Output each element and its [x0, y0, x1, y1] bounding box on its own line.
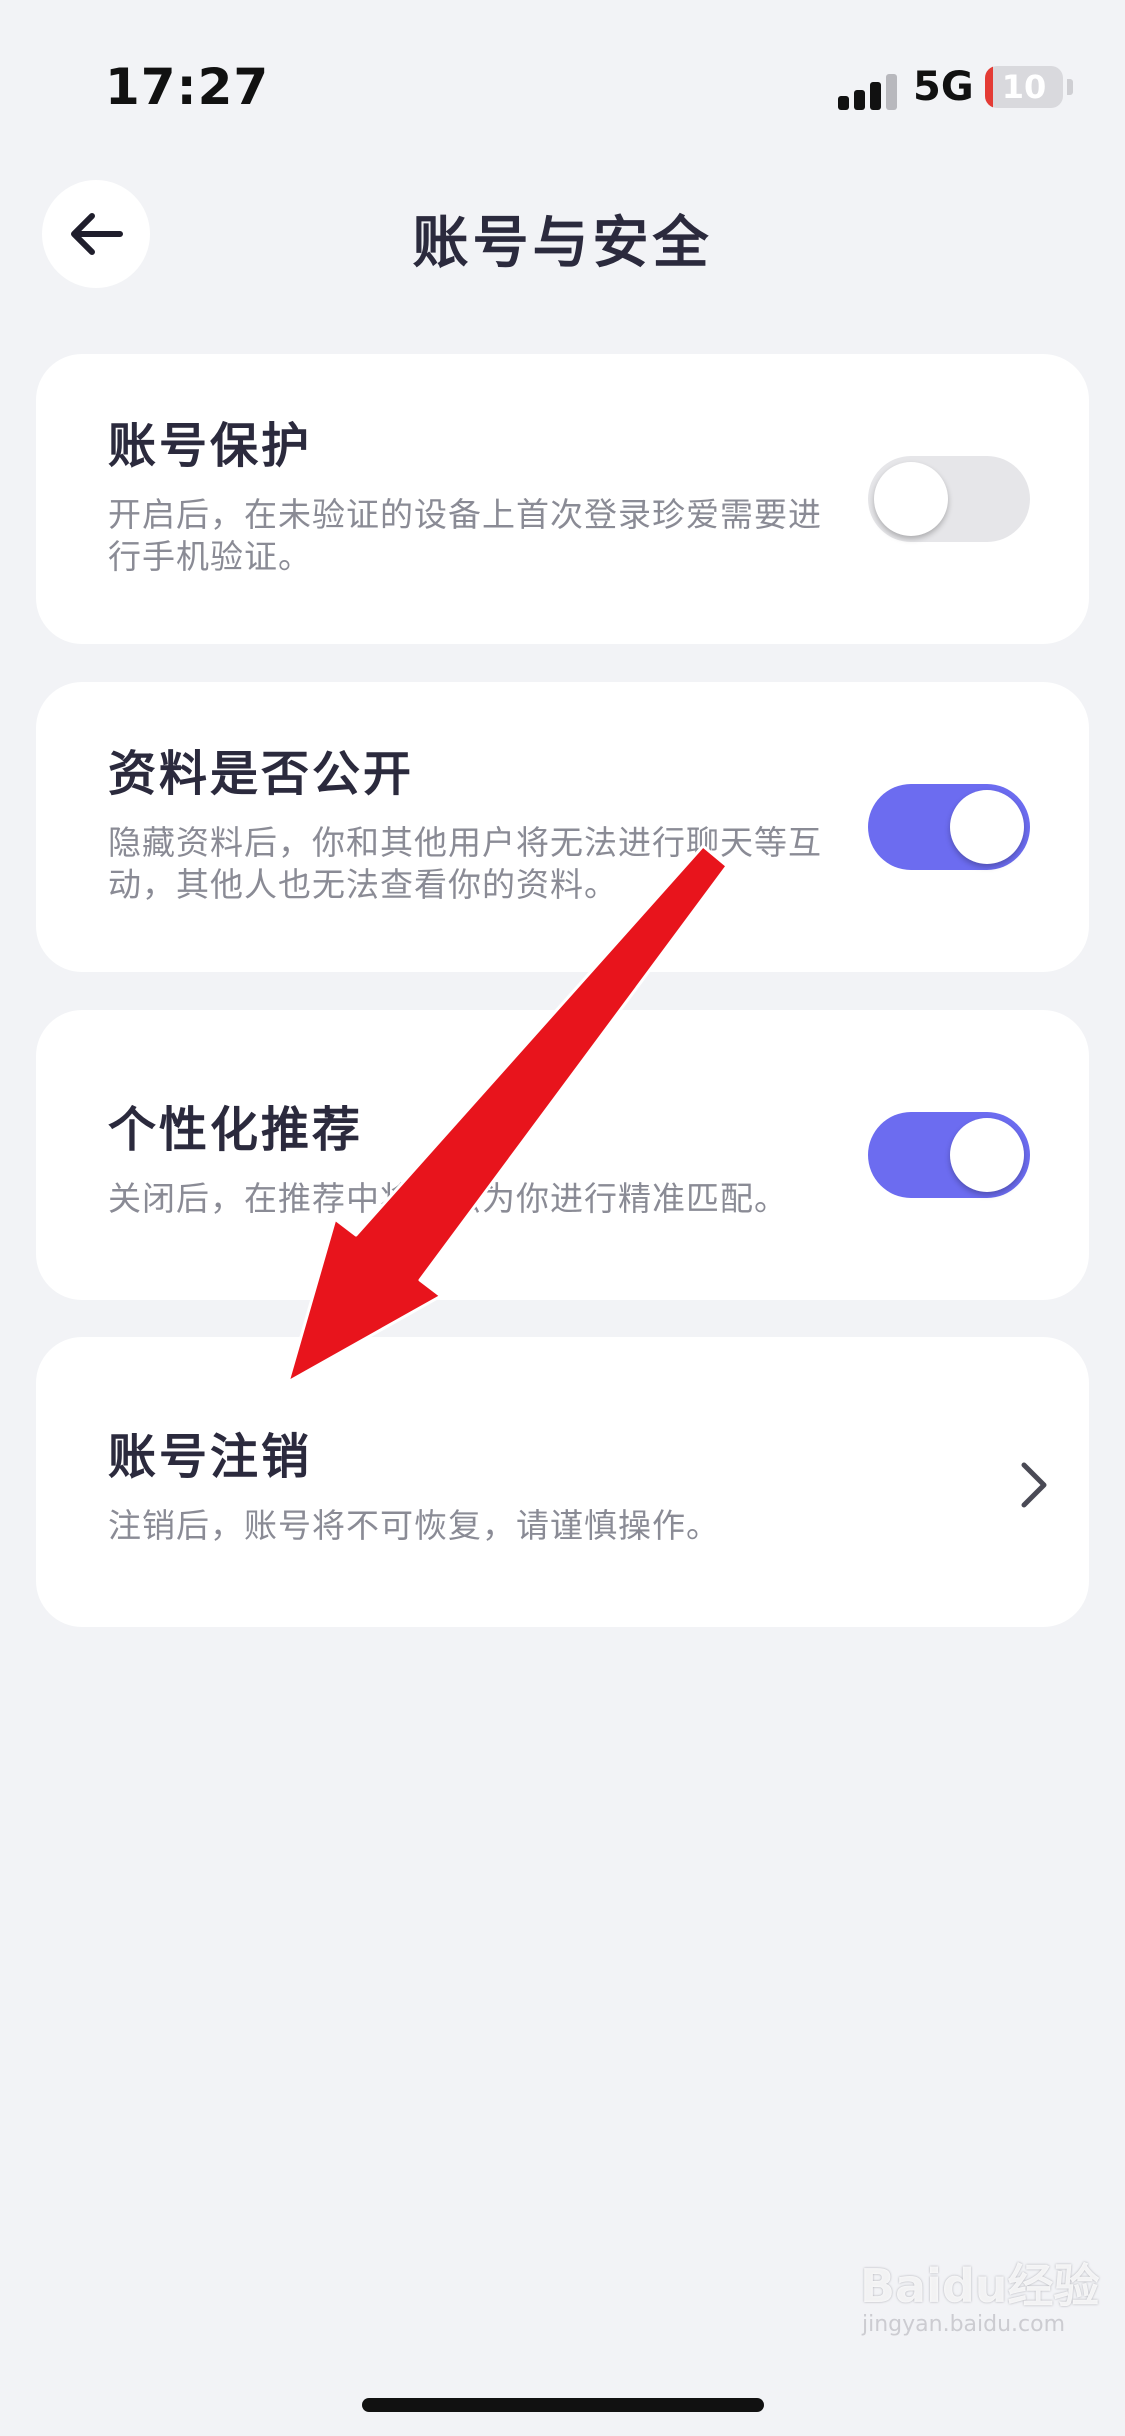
home-indicator [362, 2398, 764, 2412]
toggle-knob [950, 790, 1024, 864]
setting-title: 个性化推荐 [108, 1102, 364, 1158]
watermark-url: jingyan.baidu.com [862, 2312, 1066, 2337]
status-time: 17:27 [105, 58, 270, 116]
signal-icon [838, 70, 898, 110]
account-security-screen: 17:27 5G 10 账号与安全 账号保护 开启后，在未验证的设备上首次登录珍… [0, 0, 1125, 2436]
battery-cap [1067, 79, 1073, 95]
profile-public-toggle[interactable] [868, 784, 1030, 870]
setting-card-account-deletion[interactable]: 账号注销 注销后，账号将不可恢复，请谨慎操作。 [36, 1337, 1089, 1627]
setting-title: 账号注销 [108, 1429, 313, 1485]
setting-card-account-protection: 账号保护 开启后，在未验证的设备上首次登录珍爱需要进行手机验证。 [36, 354, 1089, 644]
setting-description: 隐藏资料后，你和其他用户将无法进行聊天等互动，其他人也无法查看你的资料。 [108, 823, 822, 904]
account-protection-toggle[interactable] [868, 456, 1030, 542]
watermark-logo: Baidu经验 [860, 2259, 1100, 2313]
setting-description: 开启后，在未验证的设备上首次登录珍爱需要进行手机验证。 [108, 495, 822, 576]
personalized-recommendation-toggle[interactable] [868, 1112, 1030, 1198]
toggle-knob [950, 1118, 1024, 1192]
setting-card-profile-public: 资料是否公开 隐藏资料后，你和其他用户将无法进行聊天等互动，其他人也无法查看你的… [36, 682, 1089, 972]
setting-description: 注销后，账号将不可恢复，请谨慎操作。 [108, 1506, 720, 1545]
setting-title: 账号保护 [108, 418, 313, 474]
toggle-knob [874, 462, 948, 536]
setting-description: 关闭后，在推荐中将无法为你进行精准匹配。 [108, 1179, 788, 1218]
battery-level: 10 [1001, 68, 1047, 106]
battery-icon: 10 [985, 66, 1063, 108]
page-title: 账号与安全 [412, 211, 713, 276]
setting-card-personalized-recommendation: 个性化推荐 关闭后，在推荐中将无法为你进行精准匹配。 [36, 1010, 1089, 1300]
status-bar: 17:27 5G 10 [0, 0, 1125, 150]
setting-title: 资料是否公开 [108, 746, 415, 802]
chevron-right-icon [1021, 1462, 1047, 1508]
network-label: 5G [913, 64, 974, 110]
